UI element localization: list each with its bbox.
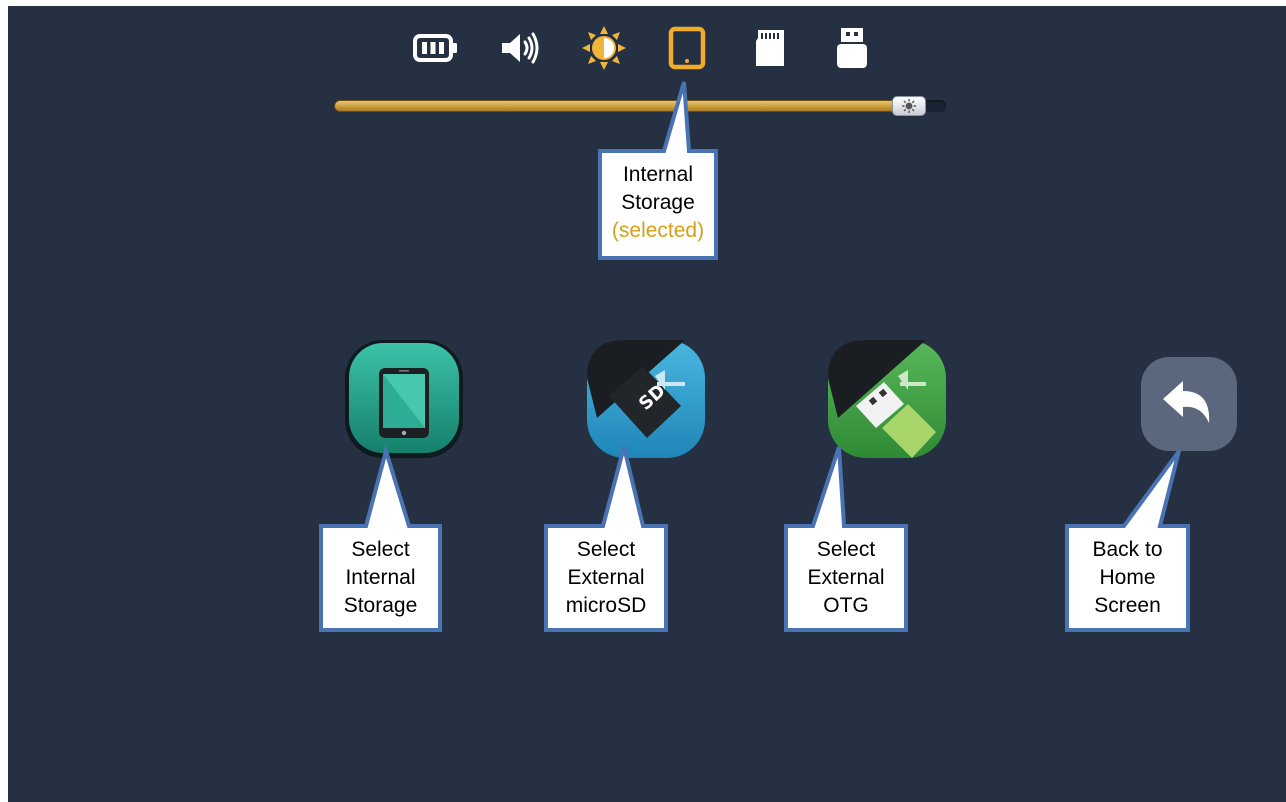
volume-icon[interactable]: [496, 24, 544, 72]
back-to-home-screen-label: Back to Home Screen: [1071, 536, 1184, 620]
callout-line: External: [567, 566, 645, 589]
slider-fill: [334, 100, 922, 112]
callout-line: Internal: [622, 163, 694, 186]
brightness-slider[interactable]: [334, 96, 946, 116]
callout-line: Screen: [1094, 594, 1161, 617]
select-internal-storage-label: Select Internal Storage: [325, 536, 436, 620]
brightness-icon: [901, 99, 916, 113]
back-home-app-icon[interactable]: [1141, 357, 1237, 451]
callout-internal-storage-text: Internal Storage (selected): [604, 161, 712, 245]
callout-line: OTG: [823, 594, 869, 617]
callout-line: Select: [576, 538, 636, 561]
callout-line: Home: [1099, 566, 1156, 589]
callout-line: Select: [816, 538, 876, 561]
callout-line: Storage: [621, 191, 695, 214]
select-external-otg-label: Select External OTG: [790, 536, 902, 620]
callout-line: Back to: [1092, 538, 1163, 561]
callout-line: External: [807, 566, 885, 589]
select-external-microsd-label: Select External microSD: [550, 536, 662, 620]
callout-line: Select: [351, 538, 410, 561]
callout-line: Storage: [343, 594, 418, 617]
external-otg-app-icon[interactable]: [826, 338, 948, 460]
battery-icon[interactable]: [412, 24, 460, 72]
tablet-storage-icon[interactable]: [663, 24, 711, 72]
selected-label: (selected): [611, 219, 705, 242]
callout-line: Internal: [345, 566, 416, 589]
brightness-icon[interactable]: [580, 24, 628, 72]
callout-line: microSD: [565, 594, 647, 617]
microsd-card-icon[interactable]: [746, 24, 794, 72]
external-microsd-app-icon[interactable]: SD: [585, 338, 707, 460]
slider-thumb[interactable]: [891, 96, 926, 116]
usb-drive-icon[interactable]: [828, 24, 876, 72]
internal-storage-app-icon[interactable]: [343, 338, 465, 460]
